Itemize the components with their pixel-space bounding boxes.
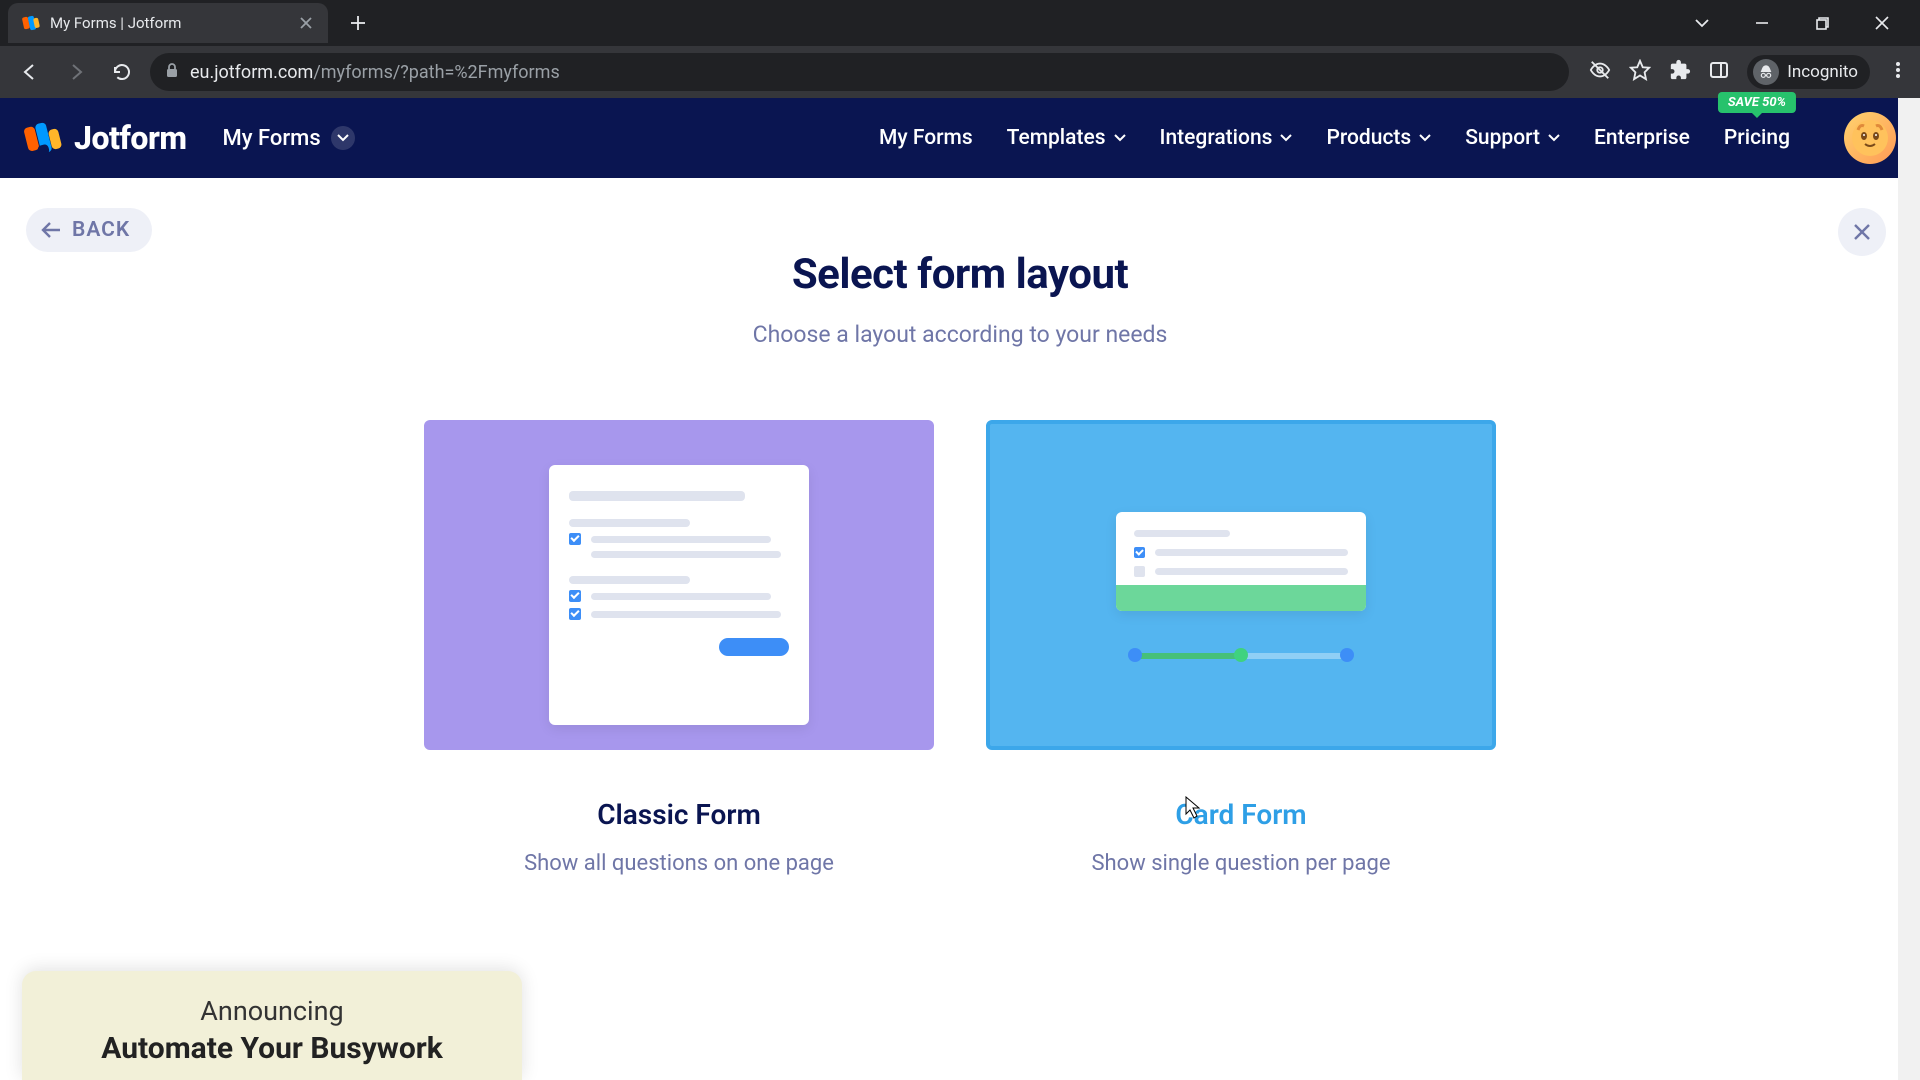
- tab-close-icon[interactable]: [298, 15, 314, 31]
- side-panel-icon[interactable]: [1709, 60, 1729, 84]
- address-text: eu.jotform.com/myforms/?path=%2Fmyforms: [190, 62, 560, 83]
- maximize-icon[interactable]: [1804, 5, 1840, 41]
- back-label: BACK: [72, 218, 130, 242]
- incognito-indicator[interactable]: Incognito: [1747, 55, 1870, 89]
- scrollbar[interactable]: [1898, 98, 1920, 1080]
- classic-form-title: Classic Form: [424, 798, 934, 831]
- forward-icon[interactable]: [58, 54, 94, 90]
- window-close-icon[interactable]: [1864, 5, 1900, 41]
- star-icon[interactable]: [1629, 59, 1651, 85]
- back-button[interactable]: BACK: [26, 208, 152, 252]
- chevron-down-icon: [1114, 134, 1126, 142]
- avatar[interactable]: [1844, 112, 1896, 164]
- classic-form-option[interactable]: Classic Form Show all questions on one p…: [424, 420, 934, 876]
- close-icon: [1852, 222, 1872, 242]
- main-content: BACK Select form layout Choose a layout …: [0, 178, 1920, 1080]
- card-form-illustration: [986, 420, 1496, 750]
- announcement-popup[interactable]: Announcing Automate Your Busywork: [22, 971, 522, 1080]
- browser-tab[interactable]: My Forms | Jotform: [8, 3, 328, 43]
- classic-form-desc: Show all questions on one page: [424, 851, 934, 876]
- card-form-option[interactable]: Card Form Show single question per page: [986, 420, 1496, 876]
- arrow-left-icon: [40, 221, 62, 239]
- nav-pricing[interactable]: SAVE 50% Pricing: [1724, 126, 1790, 150]
- eye-off-icon[interactable]: [1589, 59, 1611, 85]
- breadcrumb[interactable]: My Forms: [223, 126, 355, 151]
- main-nav: My Forms Templates Integrations Products…: [879, 112, 1896, 164]
- brand-logo[interactable]: Jotform: [24, 119, 187, 157]
- tab-title: My Forms | Jotform: [50, 14, 288, 32]
- logo-icon: [24, 119, 62, 157]
- close-button[interactable]: [1838, 208, 1886, 256]
- new-tab-button[interactable]: [342, 7, 374, 39]
- extensions-icon[interactable]: [1669, 59, 1691, 85]
- browser-toolbar: eu.jotform.com/myforms/?path=%2Fmyforms …: [0, 46, 1920, 98]
- tab-search-icon[interactable]: [1684, 5, 1720, 41]
- nav-support[interactable]: Support: [1465, 126, 1560, 150]
- favicon-icon: [22, 14, 40, 32]
- nav-enterprise[interactable]: Enterprise: [1594, 126, 1690, 150]
- classic-form-illustration: [424, 420, 934, 750]
- popup-line-1: Announcing: [62, 995, 482, 1027]
- card-form-desc: Show single question per page: [986, 851, 1496, 876]
- nav-integrations[interactable]: Integrations: [1160, 126, 1293, 150]
- nav-templates[interactable]: Templates: [1007, 126, 1126, 150]
- brand-name: Jotform: [74, 119, 187, 157]
- chevron-down-icon: [1419, 134, 1431, 142]
- app-header: Jotform My Forms My Forms Templates Inte…: [0, 98, 1920, 178]
- window-controls: [1684, 0, 1920, 46]
- incognito-icon: [1753, 59, 1779, 85]
- back-icon[interactable]: [12, 54, 48, 90]
- nav-my-forms[interactable]: My Forms: [879, 126, 973, 150]
- browser-tab-strip: My Forms | Jotform: [0, 0, 1920, 46]
- address-bar[interactable]: eu.jotform.com/myforms/?path=%2Fmyforms: [150, 53, 1569, 91]
- page-title: Select form layout: [0, 250, 1920, 299]
- reload-icon[interactable]: [104, 54, 140, 90]
- lock-icon: [164, 62, 180, 83]
- page-subtitle: Choose a layout according to your needs: [0, 321, 1920, 348]
- chevron-down-icon: [331, 126, 355, 150]
- save-badge: SAVE 50%: [1718, 92, 1796, 113]
- chevron-down-icon: [1280, 134, 1292, 142]
- nav-products[interactable]: Products: [1326, 126, 1431, 150]
- incognito-label: Incognito: [1787, 62, 1858, 82]
- card-form-title: Card Form: [986, 798, 1496, 831]
- breadcrumb-label: My Forms: [223, 126, 321, 151]
- chevron-down-icon: [1548, 134, 1560, 142]
- menu-icon[interactable]: [1888, 60, 1908, 84]
- popup-line-2: Automate Your Busywork: [62, 1031, 482, 1066]
- minimize-icon[interactable]: [1744, 5, 1780, 41]
